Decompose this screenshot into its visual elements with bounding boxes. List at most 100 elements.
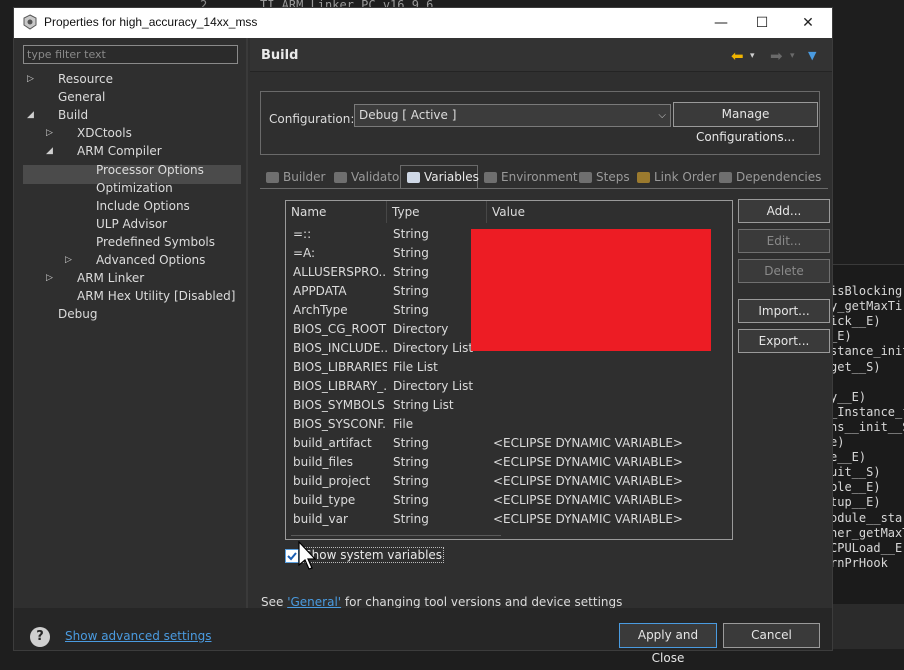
pane-splitter[interactable] bbox=[246, 38, 248, 608]
tab-link-order[interactable]: Link Order bbox=[631, 166, 717, 188]
tree-item[interactable]: ▷ XDCtools bbox=[19, 124, 241, 142]
mouse-cursor-icon bbox=[298, 541, 317, 570]
cell-name: build_files bbox=[293, 455, 354, 469]
tree-item[interactable]: ▷ Resource bbox=[19, 70, 241, 88]
checkbox-box[interactable] bbox=[285, 549, 299, 563]
tree-item[interactable]: ◢ ARM Compiler bbox=[19, 142, 241, 160]
table-row[interactable]: build_var String <ECLIPSE DYNAMIC VARIABLE… bbox=[286, 510, 732, 529]
cell-value: <ECLIPSE DYNAMIC VARIABLE> bbox=[493, 436, 683, 450]
tree-item[interactable]: ULP Advisor bbox=[19, 215, 241, 233]
export-button[interactable]: Export... bbox=[738, 329, 830, 353]
show-advanced-settings-link[interactable]: Show advanced settings bbox=[65, 629, 212, 643]
background-code-line: get__S) bbox=[830, 359, 881, 374]
background-code-line: y_getMaxTi bbox=[830, 299, 903, 314]
help-icon[interactable]: ? bbox=[30, 627, 50, 647]
tab-builder[interactable]: Builder bbox=[260, 166, 326, 188]
table-header: Name Type Value bbox=[286, 201, 732, 225]
tree-item[interactable]: Include Options bbox=[19, 197, 241, 215]
tab-steps[interactable]: Steps bbox=[573, 166, 630, 188]
tree-item-label: Include Options bbox=[96, 198, 190, 213]
manage-configurations-button[interactable]: Manage Configurations... bbox=[673, 102, 818, 144]
column-header-value[interactable]: Value bbox=[487, 201, 727, 223]
background-code-line: ble__E) bbox=[830, 480, 881, 495]
cell-name: BIOS_SYMBOLS bbox=[293, 398, 385, 412]
forward-arrow-icon[interactable]: ➡ bbox=[770, 47, 783, 65]
show-system-variables-label[interactable]: Show system variables bbox=[302, 547, 445, 563]
properties-dialog: Properties for high_accuracy_14xx_mss — … bbox=[13, 7, 833, 665]
tab-variables[interactable]: Variables bbox=[400, 165, 479, 189]
table-row[interactable]: build_type String <ECLIPSE DYNAMIC VARIABL… bbox=[286, 491, 732, 510]
add-button[interactable]: Add... bbox=[738, 199, 830, 223]
tab-label: Environment bbox=[501, 170, 578, 184]
column-header-name[interactable]: Name bbox=[286, 201, 387, 223]
tree-item[interactable]: ▷ Advanced Options bbox=[19, 251, 241, 269]
variables-table[interactable]: Name Type Value =:: String =A: String ALLUSE… bbox=[285, 200, 733, 540]
column-header-type[interactable]: Type bbox=[387, 201, 487, 223]
filter-input[interactable]: type filter text bbox=[23, 45, 238, 64]
tree-item[interactable]: ARM Hex Utility [Disabled] bbox=[19, 287, 241, 305]
link-order-icon bbox=[637, 172, 650, 183]
back-dropdown-icon[interactable]: ▾ bbox=[750, 51, 755, 61]
back-arrow-icon[interactable]: ⬅ bbox=[731, 47, 744, 65]
tree-item[interactable]: Processor Options bbox=[19, 161, 241, 179]
horizontal-scrollbar[interactable] bbox=[291, 535, 501, 536]
general-link[interactable]: 'General' bbox=[287, 595, 341, 609]
minimize-button[interactable]: — bbox=[711, 13, 731, 33]
tree-item-label: General bbox=[58, 90, 106, 105]
tree-item-label: Predefined Symbols bbox=[96, 234, 216, 249]
collapsed-arrow-icon[interactable]: ▷ bbox=[27, 70, 34, 88]
cell-name: BIOS_LIBRARIES bbox=[293, 360, 387, 374]
tree-item[interactable]: Optimization bbox=[19, 179, 241, 197]
maximize-button[interactable]: ☐ bbox=[752, 13, 772, 33]
expanded-arrow-icon[interactable]: ◢ bbox=[27, 106, 34, 124]
tab-environment[interactable]: Environment bbox=[478, 166, 578, 188]
background-code-line: rnPrHook bbox=[830, 555, 888, 570]
validator-icon bbox=[334, 172, 347, 183]
tree-item[interactable]: Predefined Symbols bbox=[19, 233, 241, 251]
table-row[interactable]: BIOS_SYSCONF... File bbox=[286, 415, 732, 434]
cell-name: BIOS_SYSCONF... bbox=[293, 417, 387, 431]
background-code-line: CPULoad__E bbox=[830, 540, 903, 555]
hint-prefix: See bbox=[261, 595, 288, 609]
table-row[interactable]: build_artifact String <ECLIPSE DYNAMIC VAR… bbox=[286, 434, 732, 453]
collapsed-arrow-icon[interactable]: ▷ bbox=[65, 251, 72, 269]
tab-validator[interactable]: Validator bbox=[328, 166, 404, 188]
close-button[interactable]: ✕ bbox=[798, 13, 818, 33]
general-hint: See 'General' for changing tool versions… bbox=[261, 595, 622, 609]
expanded-arrow-icon[interactable]: ◢ bbox=[46, 142, 53, 160]
hint-suffix: for changing tool versions and device se… bbox=[341, 595, 623, 609]
table-row[interactable]: BIOS_LIBRARY_... Directory List bbox=[286, 377, 732, 396]
cell-type: File List bbox=[393, 360, 438, 374]
tree-item-label: Processor Options bbox=[96, 162, 204, 177]
table-row[interactable]: BIOS_LIBRARIES File List bbox=[286, 358, 732, 377]
properties-app-icon bbox=[23, 14, 37, 30]
background-code-line: e__E) bbox=[830, 450, 867, 465]
tree-item[interactable]: General bbox=[19, 88, 241, 106]
collapsed-arrow-icon[interactable]: ▷ bbox=[46, 269, 53, 287]
delete-button[interactable]: Delete bbox=[738, 259, 830, 283]
tab-dependencies[interactable]: Dependencies bbox=[713, 166, 821, 188]
page-header: Build ⬅ ▾ ➡ ▾ ▼ bbox=[250, 38, 832, 72]
view-menu-icon[interactable]: ▼ bbox=[808, 49, 816, 62]
cell-type: String bbox=[393, 493, 429, 507]
tree-item[interactable]: Debug bbox=[19, 305, 241, 323]
configuration-select[interactable]: Debug [ Active ] ⌵ bbox=[354, 104, 671, 127]
table-row[interactable]: BIOS_SYMBOLS String List bbox=[286, 396, 732, 415]
table-row[interactable]: build_project String <ECLIPSE DYNAMIC VARI… bbox=[286, 472, 732, 491]
table-row[interactable]: build_files String <ECLIPSE DYNAMIC VARIAB… bbox=[286, 453, 732, 472]
import-button[interactable]: Import... bbox=[738, 299, 830, 323]
tree-item[interactable]: ▷ ARM Linker bbox=[19, 269, 241, 287]
forward-dropdown-icon[interactable]: ▾ bbox=[790, 51, 795, 61]
window-title: Properties for high_accuracy_14xx_mss bbox=[44, 15, 258, 29]
cell-name: APPDATA bbox=[293, 284, 347, 298]
collapsed-arrow-icon[interactable]: ▷ bbox=[46, 124, 53, 142]
edit-button[interactable]: Edit... bbox=[738, 229, 830, 253]
cancel-button[interactable]: Cancel bbox=[723, 623, 820, 648]
tree-item-label: ARM Linker bbox=[77, 271, 145, 286]
tree-item[interactable]: ◢ Build bbox=[19, 106, 241, 124]
apply-and-close-button[interactable]: Apply and Close bbox=[619, 623, 717, 665]
cell-name: BIOS_LIBRARY_... bbox=[293, 379, 387, 393]
tab-label: Validator bbox=[351, 170, 405, 184]
tree-item-label: Advanced Options bbox=[96, 253, 206, 267]
dialog-footer: ? Show advanced settings Apply and Close… bbox=[14, 608, 832, 665]
